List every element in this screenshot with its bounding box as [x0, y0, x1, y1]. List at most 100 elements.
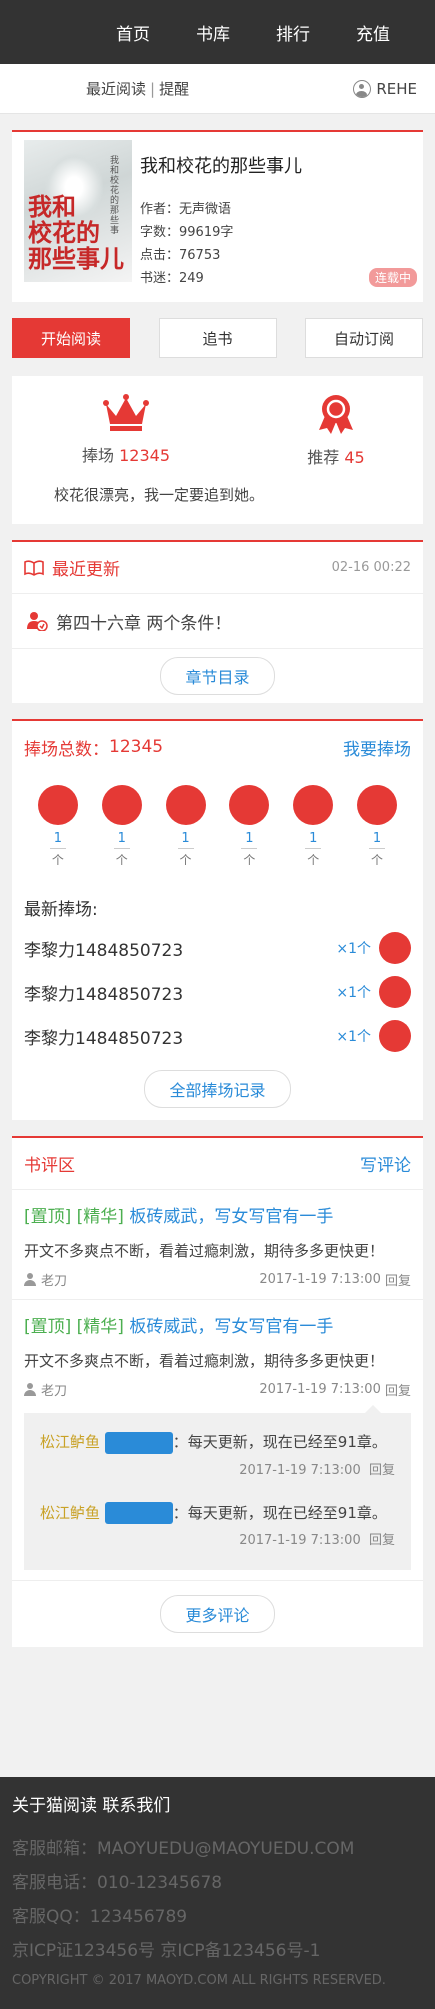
book-author: 作者：无声微语: [140, 202, 232, 217]
support-amount: ×1个: [336, 985, 371, 1001]
write-review-link[interactable]: 写评论: [360, 1151, 411, 1176]
more-reviews-wrap: 更多评论: [12, 1581, 423, 1647]
top-nav: 首页 书库 排行 充值: [0, 0, 435, 64]
reply-author[interactable]: 松江鲈鱼: [40, 1504, 100, 1522]
ticket-dot: [293, 785, 334, 825]
ticket-option[interactable]: 1个: [37, 785, 78, 881]
ticket-option[interactable]: 1个: [293, 785, 334, 881]
reply-item: 松江鲈鱼 ：每天更新，现在已经至91章。 2017-1-19 7:13:00 回…: [38, 1421, 397, 1492]
ticket-dot: [379, 976, 411, 1008]
book-cover[interactable]: 我和校花的那些事 我和 校花的 那些事儿: [24, 140, 132, 282]
nav-home[interactable]: 首页: [93, 20, 173, 45]
ribbon-icon: [319, 395, 353, 434]
updates-header: 最近更新 02-16 00:22: [12, 542, 423, 594]
start-reading-button[interactable]: 开始阅读: [12, 318, 130, 358]
divider: |: [150, 80, 156, 98]
review-meta: 老刀 2017-1-19 7:13:00 回复: [24, 1270, 411, 1289]
reply-meta: 2017-1-19 7:13:00 回复: [239, 1533, 395, 1548]
review-author[interactable]: 老刀: [41, 1380, 67, 1399]
update-time: 02-16 00:22: [331, 560, 411, 575]
auto-subscribe-button[interactable]: 自动订阅: [305, 318, 423, 358]
support-header: 捧场总数： 12345 我要捧场: [12, 721, 423, 773]
reply-link[interactable]: 回复: [385, 1380, 411, 1399]
ticket-dot: [379, 1020, 411, 1052]
support-label: 捧场 12345: [81, 446, 170, 465]
user-menu[interactable]: REHE: [353, 79, 417, 98]
book-words: 字数：99619字: [140, 225, 234, 240]
ticket-dot: [379, 932, 411, 964]
ticket-dot: [357, 785, 398, 825]
status-badge: 连载中: [368, 268, 417, 287]
nav-library[interactable]: 书库: [173, 20, 253, 45]
reply-text: ：每天更新，现在已经至91章。: [172, 1503, 387, 1522]
nav-ranking[interactable]: 排行: [253, 20, 333, 45]
all-support-button[interactable]: 全部捧场记录: [144, 1070, 291, 1108]
ticket-option[interactable]: 1个: [101, 785, 142, 881]
reply-thread: 松江鲈鱼 ：每天更新，现在已经至91章。 2017-1-19 7:13:00 回…: [24, 1405, 411, 1570]
latest-chapter[interactable]: 第四十六章 两个条件！: [12, 594, 423, 649]
recent-reading-link[interactable]: 最近阅读: [86, 80, 146, 98]
recommend-count: 45: [344, 448, 365, 467]
supporter-name[interactable]: 李黎力1484850723: [24, 980, 336, 1005]
recommend-stat[interactable]: 推荐 45: [256, 394, 416, 468]
review-tags: [置顶] [精华]: [24, 1317, 124, 1337]
review-tags: [置顶] [精华]: [24, 1207, 124, 1227]
footer-icp: 京ICP证123456号 京ICP备123456号-1: [12, 1941, 321, 1961]
review-content: 开文不多爽点不断，看着过瘾刺激，期待多多更快更！: [24, 1352, 385, 1370]
book-title: 我和校花的那些事儿: [140, 156, 302, 177]
supporter-name[interactable]: 李黎力1484850723: [24, 936, 336, 961]
supporter-name[interactable]: 李黎力1484850723: [24, 1024, 336, 1049]
nav-recharge[interactable]: 充值: [333, 20, 413, 45]
footer-links[interactable]: 关于猫阅读 联系我们: [12, 1791, 423, 1816]
person-icon: [24, 1383, 36, 1396]
cover-title-art: 我和 校花的 那些事儿: [28, 192, 124, 273]
book-fans: 书迷：249: [140, 271, 204, 286]
reply-author[interactable]: 松江鲈鱼: [40, 1433, 100, 1451]
updates-title: 最近更新: [52, 560, 120, 580]
ticket-option[interactable]: 1个: [229, 785, 270, 881]
recent-updates-card: 最近更新 02-16 00:22 第四十六章 两个条件！ 章节目录: [12, 540, 423, 703]
support-card: 捧场总数： 12345 我要捧场 1个 1个 1个 1个 1个 1个 最新捧场: …: [12, 719, 423, 1120]
review-title[interactable]: [置顶] [精华] 板砖威武，写女写官有一手: [24, 1202, 411, 1232]
updates-title-wrap: 最近更新: [24, 555, 120, 580]
reviews-title: 书评区: [24, 1156, 75, 1176]
ticket-dot: [37, 785, 78, 825]
reply-meta: 2017-1-19 7:13:00 回复: [239, 1462, 395, 1478]
reply-link[interactable]: 回复: [369, 1463, 395, 1478]
reply-badge: [104, 1431, 173, 1454]
book-icon: [24, 559, 44, 576]
ticket-option[interactable]: 1个: [165, 785, 206, 881]
person-icon: [24, 1273, 36, 1286]
user-heart-icon: [27, 612, 48, 631]
support-amount: ×1个: [336, 1029, 371, 1045]
review-item: [置顶] [精华] 板砖威武，写女写官有一手 开文不多爽点不断，看着过瘾刺激，期…: [12, 1300, 423, 1581]
review-time: 2017-1-19 7:13:00: [259, 1272, 381, 1287]
author-name[interactable]: 无声微语: [179, 202, 231, 217]
give-support-link[interactable]: 我要捧场: [343, 735, 411, 760]
support-record: 李黎力1484850723 ×1个: [12, 926, 423, 970]
latest-support-title: 最新捧场:: [24, 900, 98, 920]
ticket-option[interactable]: 1个: [357, 785, 398, 881]
footer-copyright: COPYRIGHT © 2017 MAOYD.COM ALL RIGHTS RE…: [12, 1973, 386, 1988]
remind-link[interactable]: 提醒: [159, 80, 189, 98]
ticket-dot: [229, 785, 270, 825]
toc-button[interactable]: 章节目录: [160, 657, 275, 695]
follow-book-button[interactable]: 追书: [158, 318, 277, 358]
review-meta: 老刀 2017-1-19 7:13:00 回复: [24, 1380, 411, 1399]
user-icon: [353, 79, 372, 98]
support-record: 李黎力1484850723 ×1个: [12, 1014, 423, 1058]
support-stat[interactable]: 捧场 12345: [46, 394, 206, 466]
reviews-card: 书评区 写评论 [置顶] [精华] 板砖威武，写女写官有一手 开文不多爽点不断，…: [12, 1136, 423, 1647]
footer-qq: 客服QQ：123456789: [12, 1907, 188, 1927]
support-record: 李黎力1484850723 ×1个: [12, 970, 423, 1014]
toc-wrap: 章节目录: [12, 649, 423, 703]
footer-phone: 客服电话：010-12345678: [12, 1873, 223, 1893]
reply-link[interactable]: 回复: [369, 1533, 395, 1548]
more-reviews-button[interactable]: 更多评论: [160, 1595, 275, 1633]
reply-item: 松江鲈鱼 ：每天更新，现在已经至91章。 2017-1-19 7:13:00 回…: [38, 1492, 397, 1563]
book-info-card: 我和校花的那些事 我和 校花的 那些事儿 我和校花的那些事儿 作者：无声微语 字数：…: [12, 130, 423, 302]
reply-link[interactable]: 回复: [385, 1270, 411, 1289]
reviews-header: 书评区 写评论: [12, 1138, 423, 1190]
review-title[interactable]: [置顶] [精华] 板砖威武，写女写官有一手: [24, 1312, 411, 1342]
review-author[interactable]: 老刀: [41, 1270, 67, 1289]
